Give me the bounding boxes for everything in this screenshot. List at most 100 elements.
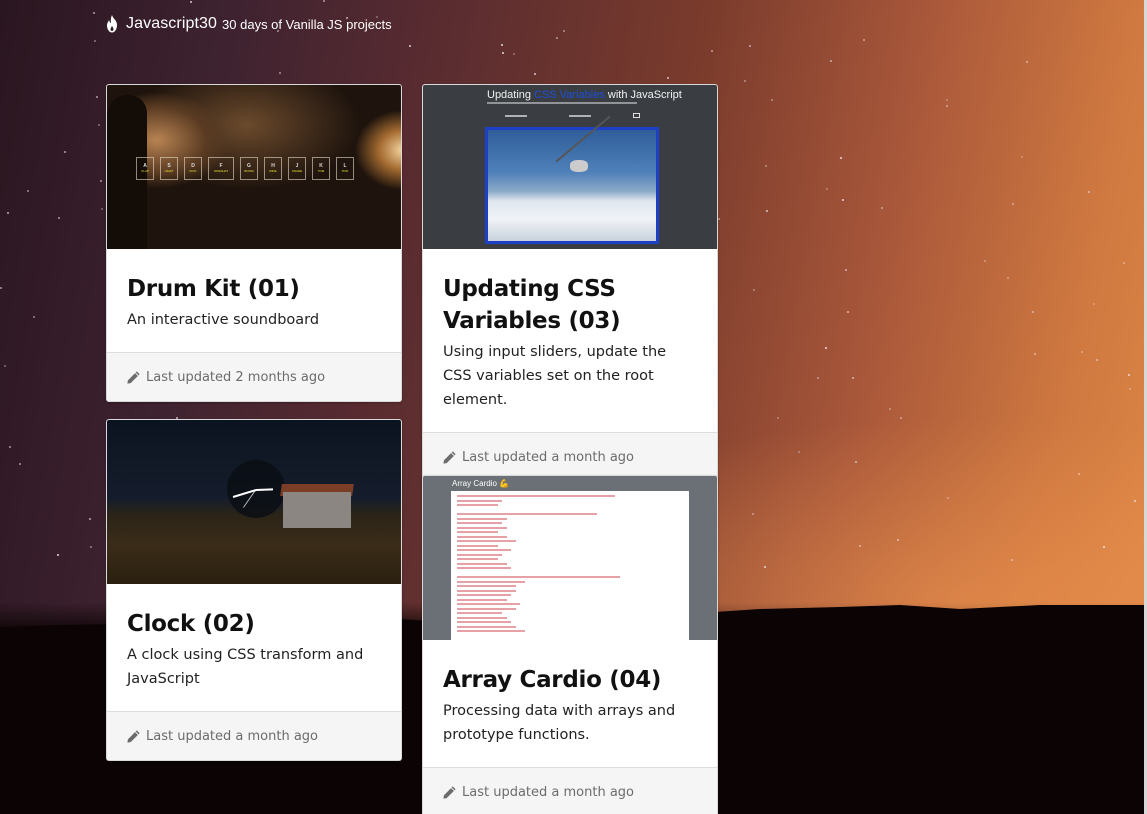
star (897, 539, 899, 541)
star (94, 40, 96, 42)
console-output (451, 491, 689, 640)
card-body: Array Cardio (04) Processing data with a… (423, 640, 717, 767)
helicopter-photo (485, 115, 659, 244)
star (409, 45, 411, 47)
star (0, 287, 2, 289)
star (1103, 546, 1105, 548)
console-line (457, 531, 498, 533)
star (859, 545, 861, 547)
star (98, 124, 100, 126)
card-thumbnail[interactable] (107, 420, 401, 584)
key-sound: KICK (189, 169, 197, 173)
star (9, 446, 11, 448)
card-title[interactable]: Array Cardio (04) (443, 664, 697, 696)
star (749, 45, 751, 47)
console-line (457, 558, 498, 560)
console-line (457, 603, 521, 605)
key-sound: SNARE (291, 169, 303, 173)
card-thumbnail[interactable]: Array Cardio 💪 (423, 476, 717, 640)
pencil-icon (443, 450, 456, 464)
card-footer: Last updated a month ago (107, 711, 401, 760)
star (100, 180, 102, 182)
star (7, 212, 9, 214)
muscle-icon: 💪 (499, 479, 510, 488)
star (101, 208, 103, 210)
drum-keys: A CLAP S HIHAT D KICK F OPENHAT G BOOM H RIDE … (136, 157, 354, 180)
star (502, 52, 504, 54)
flame-icon (107, 15, 117, 33)
star (752, 513, 754, 515)
pencil-icon (127, 370, 140, 384)
console-line (457, 567, 512, 569)
star (855, 461, 857, 463)
star (852, 377, 854, 379)
star (771, 99, 773, 101)
star (1078, 473, 1080, 475)
star (718, 218, 720, 220)
star (279, 72, 281, 74)
star (847, 311, 849, 313)
star (1012, 203, 1014, 205)
star (4, 365, 6, 367)
brand-link[interactable]: Javascript30 (126, 15, 217, 33)
console-line (457, 598, 507, 601)
console-line (457, 594, 512, 596)
star (1007, 277, 1009, 279)
pencil-icon (443, 785, 456, 799)
drum-key: S HIHAT (160, 157, 178, 180)
key-sound: TOM (317, 169, 325, 173)
drum-key: L TINK (336, 157, 354, 180)
star (753, 289, 755, 291)
project-card-clock[interactable]: Clock (02) A clock using CSS transform a… (106, 419, 402, 761)
card-thumbnail[interactable]: Updating CSS Variables with JavaScript (423, 85, 717, 249)
star (1093, 303, 1095, 305)
card-footer: Last updated a month ago (423, 767, 717, 814)
console-line (457, 504, 498, 506)
project-card-css-variables[interactable]: Updating CSS Variables with JavaScript U… (422, 84, 718, 482)
console-line (457, 621, 512, 623)
console-line (457, 535, 507, 538)
console-line (457, 522, 503, 524)
blur-slider (569, 115, 591, 117)
heading-text: Updating (487, 89, 535, 101)
star (1021, 156, 1023, 158)
star (93, 12, 95, 14)
star (1123, 262, 1125, 264)
star (830, 60, 832, 62)
card-title[interactable]: Clock (02) (127, 608, 381, 640)
helicopter-rotor (555, 115, 611, 163)
thumbnail-heading: Updating CSS Variables with JavaScript (487, 89, 682, 101)
star (1081, 351, 1083, 353)
project-card-array-cardio[interactable]: Array Cardio 💪 Array Cardio (04) Process… (422, 475, 718, 814)
star (744, 80, 746, 82)
key-sound: TINK (341, 169, 349, 173)
star (946, 105, 948, 107)
card-title[interactable]: Drum Kit (01) (127, 273, 381, 305)
star (947, 497, 949, 499)
star (842, 199, 844, 201)
card-thumbnail[interactable]: A CLAP S HIHAT D KICK F OPENHAT G BOOM H RIDE … (107, 85, 401, 249)
star (711, 50, 713, 52)
star (766, 210, 768, 212)
console-line (457, 526, 507, 529)
star (845, 269, 847, 271)
star (817, 377, 819, 379)
cabin (283, 492, 351, 528)
helicopter (570, 160, 588, 172)
card-title[interactable]: Updating CSS Variables (03) (443, 273, 697, 337)
star (556, 37, 558, 39)
star (1034, 353, 1036, 355)
star (1026, 61, 1028, 63)
star (1129, 388, 1131, 390)
last-updated: Last updated a month ago (462, 449, 634, 465)
console-line (457, 630, 525, 632)
console-line (457, 553, 503, 556)
project-card-drum-kit[interactable]: A CLAP S HIHAT D KICK F OPENHAT G BOOM H RIDE … (106, 84, 402, 402)
star (881, 207, 883, 209)
last-updated: Last updated a month ago (146, 728, 318, 744)
card-body: Clock (02) A clock using CSS transform a… (107, 584, 401, 711)
card-body: Updating CSS Variables (03) Using input … (423, 249, 717, 432)
star (863, 39, 865, 41)
clock-hand-hour (255, 488, 274, 491)
card-description: A clock using CSS transform and JavaScri… (127, 647, 364, 687)
